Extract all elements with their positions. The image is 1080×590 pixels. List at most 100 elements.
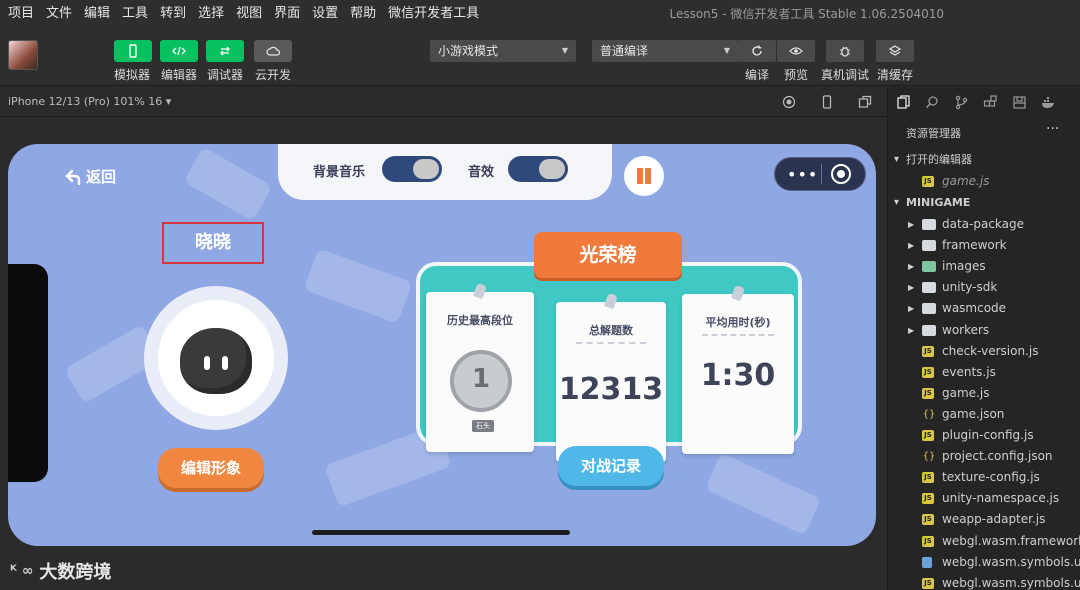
simulator-button[interactable] <box>114 40 152 62</box>
door-icon <box>637 168 651 184</box>
cloud-label: 云开发 <box>254 68 291 82</box>
tree-file[interactable]: JS game.js <box>888 383 1080 404</box>
tree-item-label: images <box>942 259 986 274</box>
tree-item-label: unity-sdk <box>942 280 998 295</box>
rank-medal-icon: 1 <box>450 350 512 412</box>
folder-icon <box>922 240 936 252</box>
menu-project[interactable]: 项目 <box>0 0 38 28</box>
chevron-right-icon[interactable]: ▶ <box>908 235 914 256</box>
image-folder-icon <box>922 261 936 273</box>
project-section[interactable]: MINIGAME <box>888 193 1080 213</box>
js-file-icon: JS <box>922 472 934 484</box>
chevron-right-icon[interactable]: ▶ <box>908 277 914 298</box>
menu-goto[interactable]: 转到 <box>152 0 190 28</box>
player-name: 晓晓 <box>162 222 264 264</box>
preview-button[interactable] <box>777 40 815 62</box>
tree-file[interactable]: JS weapp-adapter.js <box>888 509 1080 530</box>
eye <box>222 356 228 370</box>
compile-select[interactable]: 普通编译 ▼ <box>592 40 738 62</box>
js-file-icon: JS <box>922 345 934 357</box>
clear-cache-button[interactable] <box>876 40 914 62</box>
cloud-icon <box>266 46 280 56</box>
bg-shape <box>704 452 822 536</box>
tree-folder[interactable]: ▶ images <box>888 256 1080 277</box>
capsule-divider <box>821 164 822 184</box>
editor-button[interactable] <box>160 40 198 62</box>
chevron-right-icon[interactable]: ▶ <box>908 320 914 341</box>
search-icon[interactable] <box>925 95 940 110</box>
chevron-right-icon[interactable]: ▶ <box>908 256 914 277</box>
user-avatar[interactable] <box>8 40 38 70</box>
debugger-button[interactable] <box>206 40 244 62</box>
js-file-icon: JS <box>922 430 934 441</box>
remote-debug-button[interactable] <box>826 40 864 62</box>
sfx-toggle[interactable] <box>508 156 568 182</box>
files-icon[interactable] <box>896 94 911 110</box>
cloud-button[interactable] <box>254 40 292 62</box>
debug-icon <box>220 46 230 56</box>
tree-folder[interactable]: ▶ wasmcode <box>888 298 1080 319</box>
battle-record-button[interactable]: 对战记录 <box>558 446 664 486</box>
storage-icon[interactable] <box>1012 95 1027 110</box>
tree-file[interactable]: {} project.config.json <box>888 446 1080 467</box>
device-selector[interactable]: iPhone 12/13 (Pro) 101% 16 ▾ <box>8 95 171 108</box>
tree-file[interactable]: webgl.wasm.symbols.u... <box>888 552 1080 573</box>
record-icon[interactable] <box>782 95 796 109</box>
popout-icon[interactable] <box>858 95 872 109</box>
tree-file[interactable]: {} game.json <box>888 404 1080 425</box>
more-dots-icon[interactable]: ••• <box>787 165 818 184</box>
avg-time-value: 1:30 <box>700 358 776 393</box>
tree-folder[interactable]: ▶ workers <box>888 320 1080 341</box>
mode-select[interactable]: 小游戏模式 ▼ <box>430 40 576 62</box>
bug-icon <box>840 46 850 57</box>
tree-item-label: weapp-adapter.js <box>942 512 1046 527</box>
menu-help[interactable]: 帮助 <box>342 0 380 28</box>
tree-file[interactable]: JS texture-config.js <box>888 467 1080 488</box>
leaderboard-panel: 历史最高段位 1 石头 总解题数 12313 平均用时(秒) 1:30 <box>416 262 802 462</box>
pin-icon <box>472 282 488 300</box>
menu-settings[interactable]: 设置 <box>304 0 342 28</box>
menu-interface[interactable]: 界面 <box>266 0 304 28</box>
tree-file[interactable]: JS plugin-config.js <box>888 425 1080 446</box>
source-control-icon[interactable] <box>954 95 969 110</box>
compile-select-value: 普通编译 <box>600 44 649 58</box>
extensions-icon[interactable] <box>983 94 998 110</box>
more-actions-icon[interactable]: ··· <box>1046 121 1059 137</box>
menu-wechat-devtools[interactable]: 微信开发者工具 <box>380 0 483 28</box>
phone-frame-icon[interactable] <box>820 95 834 109</box>
menu-edit[interactable]: 编辑 <box>76 0 114 28</box>
menu-select[interactable]: 选择 <box>190 0 228 28</box>
menu-file[interactable]: 文件 <box>38 0 76 28</box>
rank-card: 历史最高段位 1 石头 <box>426 282 534 452</box>
edit-avatar-button[interactable]: 编辑形象 <box>158 448 264 488</box>
simulator-header: iPhone 12/13 (Pro) 101% 16 ▾ <box>0 87 887 117</box>
tree-file[interactable]: JS check-version.js <box>888 341 1080 362</box>
tree-folder[interactable]: ▶ framework <box>888 235 1080 256</box>
folder-icon <box>922 282 936 294</box>
menu-view[interactable]: 视图 <box>228 0 266 28</box>
compile-button[interactable] <box>738 40 776 62</box>
honor-board-title: 光荣榜 <box>520 232 696 278</box>
chevron-right-icon[interactable]: ▶ <box>908 214 914 235</box>
back-button[interactable]: 返回 <box>64 166 116 187</box>
tree-item-label: unity-namespace.js <box>942 491 1060 506</box>
tree-item-label: game.json <box>942 406 1005 421</box>
tree-file[interactable]: JS events.js <box>888 362 1080 383</box>
bgm-toggle[interactable] <box>382 156 442 182</box>
chevron-right-icon[interactable]: ▶ <box>908 298 914 319</box>
solved-card: 总解题数 12313 <box>556 292 666 462</box>
exit-door-button[interactable] <box>624 156 664 196</box>
simulator-area: 返回 背景音乐 音效 ••• 晓晓 编辑形象 历史最高段位 1 石头 总解题数 … <box>0 118 887 590</box>
tree-file[interactable]: JS unity-namespace.js <box>888 488 1080 509</box>
tree-item-label: workers <box>942 322 990 337</box>
tree-file[interactable]: JS webgl.wasm.framework... <box>888 531 1080 552</box>
close-target-icon[interactable] <box>831 164 851 184</box>
menu-tools[interactable]: 工具 <box>114 0 152 28</box>
tree-file[interactable]: JS webgl.wasm.symbols.u... <box>888 573 1080 590</box>
tree-folder[interactable]: ▶ data-package <box>888 214 1080 235</box>
tree-folder[interactable]: ▶ unity-sdk <box>888 277 1080 298</box>
open-editor-item[interactable]: JS game.js <box>888 171 1080 192</box>
open-editors-section[interactable]: 打开的编辑器 <box>888 150 1080 170</box>
docker-icon[interactable] <box>1041 95 1056 110</box>
toggle-knob <box>413 159 439 179</box>
